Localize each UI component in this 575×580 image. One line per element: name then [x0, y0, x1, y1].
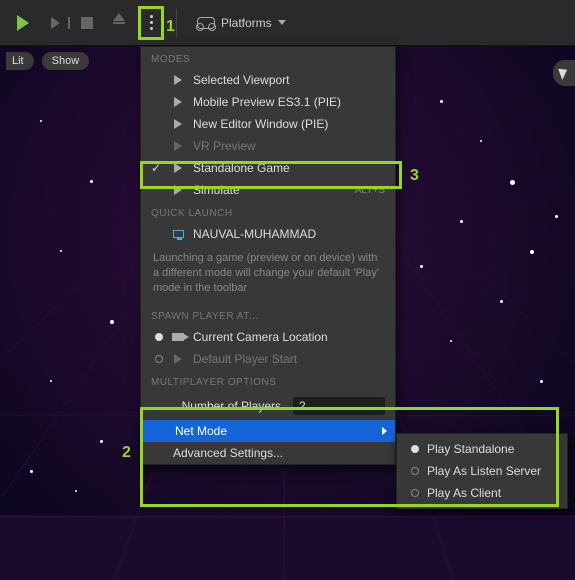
radio-icon [155, 355, 163, 363]
submenu-arrow-icon [382, 427, 387, 435]
number-of-players-row: Number of Players [141, 392, 395, 420]
play-icon [17, 15, 29, 31]
right-tool-button[interactable] [553, 60, 575, 86]
player-start-icon [174, 354, 182, 364]
mode-description: Launching a game (preview or on device) … [141, 245, 395, 304]
main-toolbar: Platforms [0, 0, 575, 46]
advanced-settings[interactable]: Advanced Settings... [141, 442, 395, 464]
gamepad-icon [197, 17, 215, 29]
net-mode-item[interactable]: Net Mode [141, 420, 395, 442]
section-modes: MODES [141, 47, 395, 69]
chip-show[interactable]: Show [42, 52, 90, 70]
spawn-default-start[interactable]: Default Player Start [141, 348, 395, 370]
mode-new-editor-window[interactable]: New Editor Window (PIE) [141, 113, 395, 135]
platforms-label: Platforms [221, 16, 272, 30]
mode-simulate[interactable]: Simulate ALT+S [141, 179, 395, 201]
annotation-1: 1 [166, 18, 175, 36]
mode-selected-viewport[interactable]: Selected Viewport [141, 69, 395, 91]
mode-vr-preview: VR Preview [141, 135, 395, 157]
play-icon [174, 163, 182, 173]
quick-launch-device[interactable]: NAUVAL-MUHAMMAD [141, 223, 395, 245]
play-button[interactable] [10, 10, 36, 36]
radio-selected-icon [411, 445, 419, 453]
radio-icon [411, 467, 419, 475]
play-icon [174, 97, 182, 107]
number-of-players-label: Number of Players [151, 399, 285, 413]
spawn-current-camera[interactable]: Current Camera Location [141, 326, 395, 348]
eject-icon [113, 22, 125, 24]
section-spawn: SPAWN PLAYER AT... [141, 304, 395, 326]
stop-button[interactable] [74, 10, 100, 36]
number-of-players-input[interactable] [293, 397, 385, 415]
radio-selected-icon [155, 333, 163, 341]
play-as-client[interactable]: Play As Client [397, 482, 567, 504]
play-icon [174, 75, 182, 85]
play-options-panel: MODES Selected Viewport Mobile Preview E… [140, 46, 396, 465]
play-as-listen-server[interactable]: Play As Listen Server [397, 460, 567, 482]
chip-lit[interactable]: Lit [6, 52, 34, 70]
play-icon [174, 185, 182, 195]
annotation-2: 2 [122, 444, 131, 462]
stop-icon [81, 17, 93, 29]
chevron-down-icon [278, 20, 286, 25]
camera-icon [172, 333, 184, 341]
toolbar-separator [176, 9, 177, 37]
play-options-dropdown-button[interactable] [150, 15, 153, 30]
shortcut-label: ALT+S [355, 185, 385, 196]
radio-icon [411, 489, 419, 497]
check-icon: ✓ [151, 161, 161, 175]
net-mode-submenu: Play Standalone Play As Listen Server Pl… [396, 433, 568, 509]
play-icon [174, 141, 182, 151]
computer-icon [173, 230, 184, 238]
mode-standalone-game[interactable]: ✓ Standalone Game [141, 157, 395, 179]
step-frame-icon [51, 17, 60, 29]
section-quick-launch: QUICK LAUNCH [141, 201, 395, 223]
cursor-icon [558, 66, 570, 80]
play-icon [174, 119, 182, 129]
eject-button[interactable] [106, 10, 132, 36]
net-mode-label: Net Mode [175, 424, 227, 438]
play-standalone[interactable]: Play Standalone [397, 438, 567, 460]
section-multiplayer: MULTIPLAYER OPTIONS [141, 370, 395, 392]
step-button[interactable] [42, 10, 68, 36]
platforms-dropdown[interactable]: Platforms [189, 12, 294, 34]
play-options-highlight [138, 6, 164, 40]
annotation-3: 3 [410, 167, 419, 185]
mode-mobile-preview[interactable]: Mobile Preview ES3.1 (PIE) [141, 91, 395, 113]
